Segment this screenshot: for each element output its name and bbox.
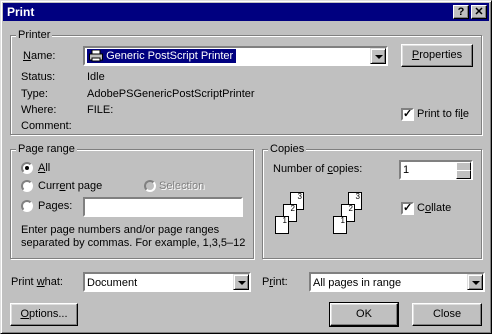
pages-radio[interactable] [21, 200, 33, 212]
page-range-legend: Page range [16, 142, 77, 156]
collate-label[interactable]: Collate [417, 201, 451, 215]
close-window-button[interactable]: ✕ [471, 5, 487, 19]
printer-icon [89, 50, 103, 62]
page-icon: 1 [333, 216, 347, 234]
collate-checkbox[interactable]: ✓ [401, 202, 414, 215]
print-to-file-checkbox[interactable]: ✓ [401, 108, 414, 121]
print-what-dropdown-icon[interactable] [233, 274, 249, 290]
title-bar: Print ? ✕ [3, 3, 489, 21]
current-page-label[interactable]: Current page [38, 179, 102, 193]
print-dropdown-icon[interactable] [467, 274, 483, 290]
printer-name-select[interactable]: Generic PostScript Printer [83, 46, 388, 66]
page-range-help-2: separated by commas. For example, 1,3,5–… [21, 237, 246, 249]
copies-value: 1 [403, 164, 410, 176]
window-title: Print [7, 5, 35, 19]
where-label: Where: [21, 104, 57, 116]
type-value: AdobePSGenericPostScriptPrinter [87, 88, 255, 100]
properties-button[interactable]: Properties [401, 44, 473, 67]
all-radio[interactable] [21, 162, 33, 174]
printer-name-label: Name: [23, 50, 56, 62]
printer-name-dropdown-icon[interactable] [370, 48, 386, 64]
print-what-value: Document [87, 277, 138, 289]
page-range-help-1: Enter page numbers and/or page ranges [21, 224, 220, 236]
copies-down-icon[interactable] [456, 170, 471, 179]
print-dialog: Print ? ✕ Printer Name: Generic PostScri… [0, 0, 492, 334]
all-label[interactable]: All [38, 161, 50, 175]
pages-input[interactable] [83, 197, 243, 217]
print-label: Print: [262, 276, 288, 288]
status-value: Idle [87, 71, 105, 83]
help-button[interactable]: ? [453, 5, 469, 19]
type-label: Type: [21, 88, 48, 100]
options-button[interactable]: Options... [10, 303, 78, 326]
print-value: All pages in range [313, 277, 402, 289]
copies-legend: Copies [268, 142, 307, 156]
comment-label: Comment: [21, 120, 72, 132]
selection-radio[interactable] [144, 180, 156, 192]
print-what-label: Print what: [11, 276, 63, 288]
current-page-radio[interactable] [21, 180, 33, 192]
selection-label: Selection [159, 180, 205, 192]
print-select[interactable]: All pages in range [309, 272, 485, 292]
pages-label[interactable]: Pages: [38, 199, 72, 213]
printer-name-value: Generic PostScript Printer [106, 50, 234, 62]
where-value: FILE: [87, 104, 114, 116]
printer-legend: Printer [16, 28, 53, 42]
page-icon: 1 [275, 216, 289, 234]
print-to-file-label[interactable]: Print to file [417, 107, 469, 121]
close-button[interactable]: Close [412, 303, 482, 326]
copies-spinner[interactable]: 1 [399, 160, 473, 180]
print-what-select[interactable]: Document [83, 272, 251, 292]
ok-button[interactable]: OK [329, 302, 399, 327]
status-label: Status: [21, 71, 56, 83]
number-of-copies-label: Number of copies: [273, 163, 363, 175]
